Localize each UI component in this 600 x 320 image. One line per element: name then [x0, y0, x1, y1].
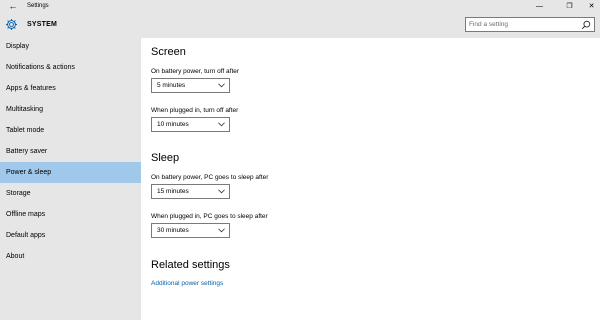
close-button[interactable]: ✕: [580, 0, 600, 14]
sidebar-header-label: SYSTEM: [27, 21, 57, 28]
maximize-button[interactable]: ❐: [558, 0, 581, 14]
sleep-plugged-dropdown[interactable]: 30 minutes: [151, 223, 230, 238]
sidebar-item-apps[interactable]: Apps & features: [0, 78, 141, 99]
sleep-plugged-label: When plugged in, PC goes to sleep after: [151, 213, 268, 220]
chevron-down-icon: [218, 189, 225, 194]
search-icon[interactable]: [581, 20, 591, 30]
sleep-battery-value: 15 minutes: [157, 188, 189, 195]
screen-battery-value: 5 minutes: [157, 82, 186, 89]
screen-plugged-dropdown[interactable]: 10 minutes: [151, 117, 230, 132]
sidebar-header: SYSTEM: [0, 14, 141, 38]
minimize-button[interactable]: —: [528, 0, 551, 14]
sidebar-item-default-apps[interactable]: Default apps: [0, 225, 141, 246]
back-arrow-icon[interactable]: ←: [6, 1, 20, 13]
chevron-down-icon: [218, 228, 225, 233]
sidebar-item-tablet-mode[interactable]: Tablet mode: [0, 120, 141, 141]
chevron-down-icon: [218, 83, 225, 88]
sleep-plugged-value: 30 minutes: [157, 227, 189, 234]
sidebar-item-display[interactable]: Display: [0, 36, 141, 57]
sidebar-item-power-sleep[interactable]: Power & sleep: [0, 162, 141, 183]
sidebar-item-storage[interactable]: Storage: [0, 183, 141, 204]
sleep-battery-dropdown[interactable]: 15 minutes: [151, 184, 230, 199]
sidebar-item-notifications[interactable]: Notifications & actions: [0, 57, 141, 78]
sidebar-item-multitasking[interactable]: Multitasking: [0, 99, 141, 120]
sleep-battery-label: On battery power, PC goes to sleep after: [151, 174, 269, 181]
search-input[interactable]: [469, 19, 577, 30]
sidebar-item-about[interactable]: About: [0, 246, 141, 267]
gear-icon: [5, 18, 18, 31]
screen-battery-dropdown[interactable]: 5 minutes: [151, 78, 230, 93]
screen-battery-label: On battery power, turn off after: [151, 68, 240, 75]
sidebar-item-battery-saver[interactable]: Battery saver: [0, 141, 141, 162]
sidebar-item-offline-maps[interactable]: Offline maps: [0, 204, 141, 225]
title-bar: ← Settings — ❐ ✕: [0, 0, 600, 14]
screen-section-title: Screen: [151, 46, 186, 58]
related-settings-title: Related settings: [151, 259, 230, 271]
window-title: Settings: [27, 3, 49, 9]
sleep-section-title: Sleep: [151, 152, 180, 164]
screen-plugged-label: When plugged in, turn off after: [151, 107, 239, 114]
additional-power-settings-link[interactable]: Additional power settings: [151, 280, 223, 287]
sidebar: SYSTEM Display Notifications & actions A…: [0, 14, 141, 320]
screen-plugged-value: 10 minutes: [157, 121, 189, 128]
chevron-down-icon: [218, 122, 225, 127]
search-box[interactable]: [465, 17, 595, 32]
